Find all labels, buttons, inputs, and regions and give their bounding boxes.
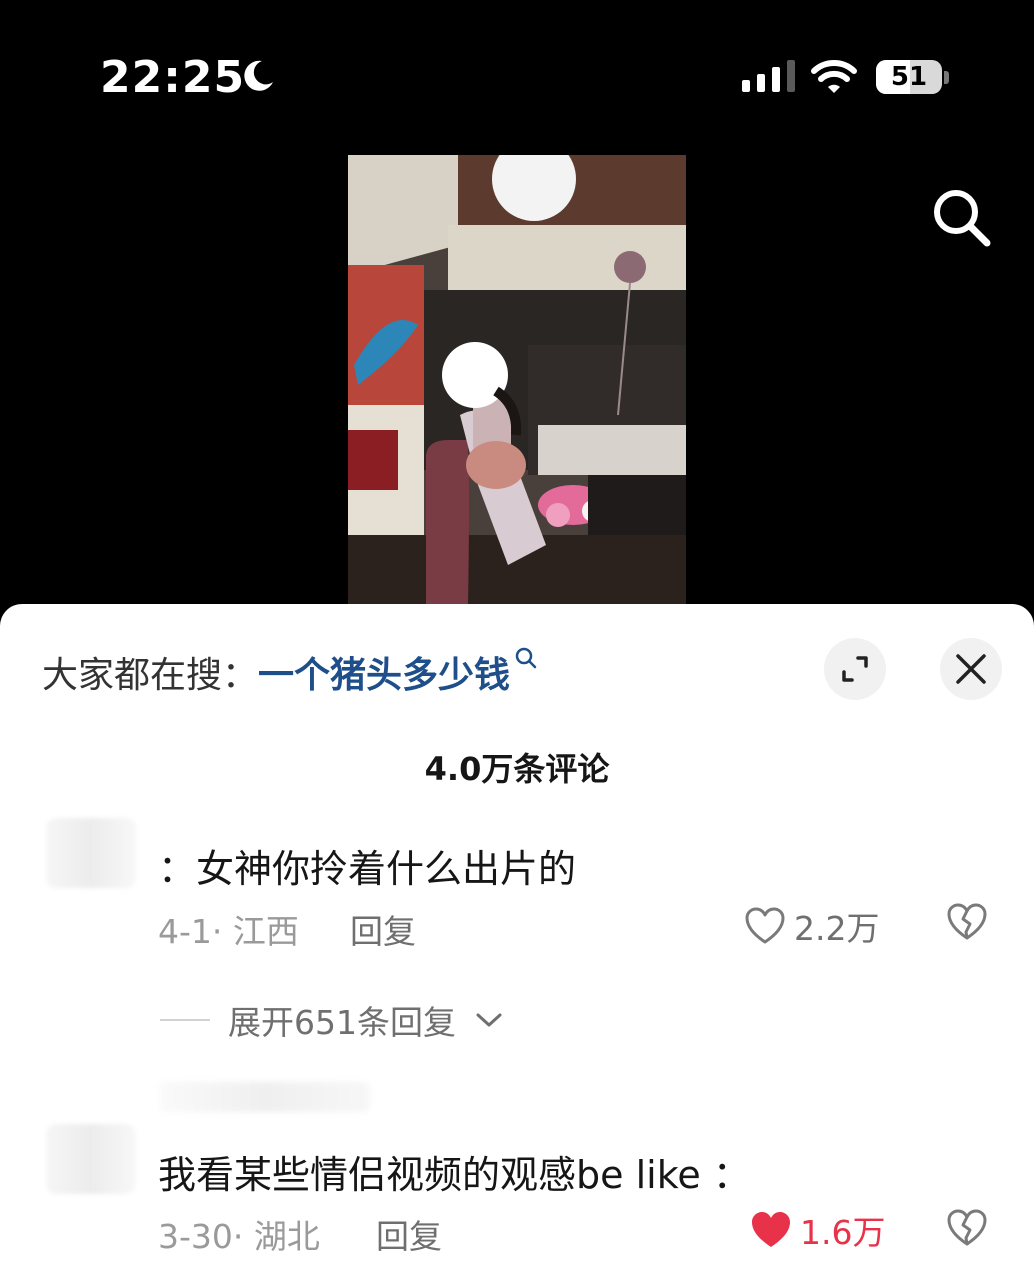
hot-search-label: 大家都在搜： — [42, 655, 259, 696]
moon-icon — [244, 60, 273, 91]
reply-button[interactable]: 回复 — [350, 905, 416, 953]
battery-percentage: 51 — [890, 62, 928, 92]
chevron-down-icon — [476, 1013, 502, 1027]
hot-search-icon — [515, 647, 537, 669]
search-icon[interactable] — [928, 184, 994, 250]
comments-sheet: 大家都在搜：一个猪头多少钱 4.0万条评论 ：女神你拎着什么出片的 4-1· 江… — [0, 604, 1034, 1280]
avatar[interactable] — [46, 818, 136, 888]
comment-text: 我看某些情侣视频的观感be like ： — [158, 1153, 751, 1197]
video-frame[interactable] — [348, 155, 686, 605]
heart-filled-icon — [752, 1212, 790, 1247]
reply-button[interactable]: 回复 — [376, 1210, 442, 1258]
like-count: 2.2万 — [794, 909, 880, 948]
cellular-signal-icon — [742, 60, 795, 92]
expand-button[interactable] — [824, 638, 886, 700]
comment-date-location: 3-30· 湖北 — [158, 1217, 320, 1256]
comment-date-location: 4-1· 江西 — [158, 912, 299, 951]
divider — [160, 1019, 210, 1021]
broken-heart-icon[interactable] — [946, 902, 988, 942]
status-time: 22:25 — [100, 52, 246, 103]
comment-count: 4.0万条评论 — [424, 750, 610, 788]
video-image — [348, 155, 686, 605]
comment-username-blurred — [160, 1082, 370, 1112]
battery-nub — [944, 71, 949, 84]
expand-icon — [842, 656, 868, 682]
wifi-icon — [811, 60, 857, 93]
heart-outline-icon — [745, 907, 785, 944]
avatar[interactable] — [46, 1124, 136, 1194]
close-button[interactable] — [940, 638, 1002, 700]
comment-text: ：女神你拎着什么出片的 — [158, 847, 577, 891]
battery-icon: 51 — [876, 60, 942, 94]
status-bar: 22:25 51 — [0, 0, 1034, 150]
expand-replies-button[interactable]: 展开651条回复 — [160, 996, 504, 1044]
hot-search-term[interactable]: 一个猪头多少钱 — [258, 655, 510, 696]
like-button[interactable]: 2.2万 — [744, 902, 879, 950]
hot-search-bar[interactable]: 大家都在搜：一个猪头多少钱 — [42, 646, 538, 698]
broken-heart-icon[interactable] — [946, 1208, 988, 1248]
like-count: 1.6万 — [800, 1213, 886, 1252]
expand-replies-label: 展开651条回复 — [228, 1003, 456, 1042]
like-button[interactable]: 1.6万 — [750, 1206, 885, 1254]
close-icon — [956, 654, 986, 684]
